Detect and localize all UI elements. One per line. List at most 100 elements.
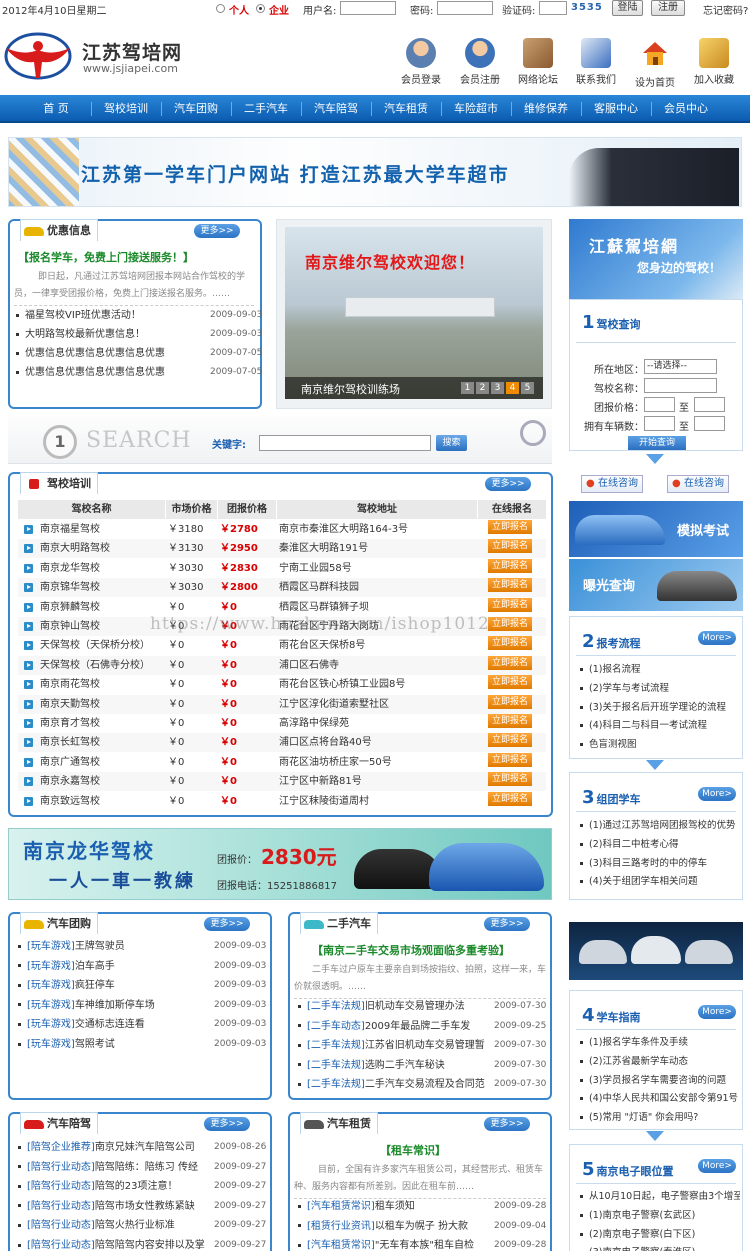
keyword-input[interactable] <box>259 435 431 451</box>
slideshow-page-3[interactable]: 3 <box>491 382 504 394</box>
add-favorite-link[interactable]: 加入收藏 <box>686 38 742 86</box>
school-name[interactable]: 南京狮麟驾校 <box>40 598 164 617</box>
list-item-title[interactable]: 南京兄妹汽车陪驾公司 <box>95 1142 195 1153</box>
school-name-input[interactable] <box>644 378 717 393</box>
list-item-title[interactable]: "无车有本族"租车自检 <box>375 1240 474 1251</box>
cars-max-input[interactable] <box>694 416 725 431</box>
list-item[interactable]: [玩车游戏]王牌驾驶员 <box>18 937 208 956</box>
member-register-link[interactable]: 会员注册 <box>452 38 508 86</box>
school-name[interactable]: 南京育才驾校 <box>40 714 164 733</box>
list-item-category[interactable]: [二手车法规] <box>307 1060 365 1071</box>
signup-button[interactable]: 立即报名 <box>488 539 532 554</box>
list-item[interactable]: (5)常用 "灯语" 你会用吗? <box>580 1108 740 1127</box>
online-consult-button-1[interactable]: ● 在线咨询 <box>581 475 643 493</box>
list-item-category[interactable]: [二手车动态] <box>307 1021 365 1032</box>
radio-company[interactable] <box>256 4 265 13</box>
signup-button[interactable]: 立即报名 <box>488 617 532 631</box>
school-name[interactable]: 南京雨花驾校 <box>40 675 164 694</box>
signup-button[interactable]: 立即报名 <box>488 772 532 787</box>
list-item-title[interactable]: 车神维加斯停车场 <box>75 1000 155 1011</box>
exposure-banner[interactable]: 曝光查询 <box>569 559 743 611</box>
list-item-category[interactable]: [汽车租赁常识] <box>307 1201 375 1212</box>
radio-personal-label[interactable]: 个人 <box>229 2 249 17</box>
group-buy-more-link[interactable]: 更多>> <box>204 917 250 931</box>
group-team-more-link[interactable]: More> <box>698 787 736 801</box>
price-max-input[interactable] <box>694 397 725 412</box>
list-item-category[interactable]: [玩车游戏] <box>27 980 75 991</box>
list-item-title[interactable]: 驾照考试 <box>75 1039 115 1050</box>
slideshow-page-5[interactable]: 5 <box>521 382 534 394</box>
slideshow-page-2[interactable]: 2 <box>476 382 489 394</box>
list-item[interactable]: [陪驾企业推荐]南京兄妹汽车陪驾公司 <box>18 1138 210 1157</box>
register-button[interactable]: 注册 <box>651 0 685 16</box>
list-item[interactable]: 大明路驾校最新优惠信息！ <box>16 325 206 344</box>
search-button[interactable]: 搜索 <box>436 435 467 451</box>
signup-button[interactable]: 立即报名 <box>488 578 532 593</box>
list-item[interactable]: 优惠信息优惠信息优惠信息优惠 <box>16 344 206 363</box>
signup-button[interactable]: 立即报名 <box>488 520 532 534</box>
captcha-input[interactable] <box>539 1 567 15</box>
list-item-title[interactable]: 租车须知 <box>375 1201 415 1212</box>
list-item[interactable]: (4)关于组团学车相关问题 <box>580 872 740 891</box>
start-query-button[interactable]: 开始查询 <box>628 436 686 450</box>
signup-button[interactable]: 立即报名 <box>488 752 532 767</box>
list-item[interactable]: [汽车租赁常识]"无车有本族"租车自检 <box>298 1236 490 1251</box>
rental-more-link[interactable]: 更多>> <box>484 1117 530 1131</box>
list-item[interactable]: (3)科目三路考时的中的停车 <box>580 854 740 873</box>
list-item[interactable]: 从10月10日起，电子警察由3个增至 <box>580 1187 740 1206</box>
offers-headline[interactable]: 【报名学车，免费上门接送服务！】 <box>18 249 194 265</box>
member-login-link[interactable]: 会员登录 <box>393 38 449 86</box>
school-name[interactable]: 天保驾校（石佛寺分校） <box>40 656 164 675</box>
school-name[interactable]: 南京广通驾校 <box>40 753 164 772</box>
list-item-category[interactable]: [玩车游戏] <box>27 961 75 972</box>
password-input[interactable] <box>437 1 493 15</box>
captcha-image[interactable]: 3535 <box>571 2 603 13</box>
list-item[interactable]: [陪驾行业动态]陪驾的23项注意！ <box>18 1177 210 1196</box>
school-name[interactable]: 南京龙华驾校 <box>40 559 164 578</box>
rental-headline[interactable]: 【租车常识】 <box>380 1142 446 1158</box>
speed-camera-more-link[interactable]: More> <box>698 1159 736 1173</box>
guide-more-link[interactable]: More> <box>698 1005 736 1019</box>
list-item[interactable]: [汽车租赁常识]租车须知 <box>298 1197 490 1216</box>
signup-button[interactable]: 立即报名 <box>488 597 532 612</box>
list-item-category[interactable]: [汽车租赁常识] <box>307 1240 375 1251</box>
list-item[interactable]: (1)南京电子警察(玄武区) <box>580 1206 740 1225</box>
set-homepage-link[interactable]: 设为首页 <box>627 38 683 89</box>
list-item-category[interactable]: [玩车游戏] <box>27 1019 75 1030</box>
list-item[interactable]: [二手车法规]二手汽车交易流程及合同范 <box>298 1075 488 1094</box>
list-item[interactable]: [租赁行业资讯]以租车为幌子 扮大款 <box>298 1217 490 1236</box>
list-item-category[interactable]: [玩车游戏] <box>27 941 75 952</box>
list-item[interactable]: (4)中华人民共和国公安部令第91号 <box>580 1089 740 1108</box>
list-item-title[interactable]: 以租车为幌子 扮大款 <box>375 1221 468 1232</box>
list-item-category[interactable]: [陪驾行业动态] <box>27 1201 95 1212</box>
chauffeur-more-link[interactable]: 更多>> <box>204 1117 250 1131</box>
signup-button[interactable]: 立即报名 <box>488 791 532 806</box>
nav-chauffeur[interactable]: 汽车陪驾 <box>301 95 371 123</box>
list-item-title[interactable]: 江苏省旧机动车交易管理暂 <box>365 1040 485 1051</box>
nav-group-buy[interactable]: 汽车团购 <box>161 95 231 123</box>
list-item-title[interactable]: 交通标志连连看 <box>75 1019 145 1030</box>
nav-driving-school[interactable]: 驾校培训 <box>91 95 161 123</box>
slideshow-page-4[interactable]: 4 <box>506 382 519 394</box>
school-name[interactable]: 天保驾校（天保桥分校） <box>40 636 164 655</box>
list-item[interactable]: [玩车游戏]车神维加斯停车场 <box>18 996 208 1015</box>
list-item[interactable]: (1)通过江苏驾培网团报驾校的优势 <box>580 816 740 835</box>
school-name[interactable]: 南京致远驾校 <box>40 792 164 811</box>
school-name[interactable]: 南京长虹驾校 <box>40 733 164 752</box>
list-item[interactable]: (3)学员报名学车需要咨询的问题 <box>580 1071 740 1090</box>
list-item-category[interactable]: [陪驾企业推荐] <box>27 1142 95 1153</box>
login-button[interactable]: 登陆 <box>612 0 643 16</box>
list-item[interactable]: [玩车游戏]泊车高手 <box>18 957 208 976</box>
list-item-category[interactable]: [陪驾行业动态] <box>27 1240 95 1251</box>
forum-link[interactable]: 网络论坛 <box>510 38 566 86</box>
list-item[interactable]: [陪驾行业动态]陪驾市场女性教练紧缺 <box>18 1197 210 1216</box>
list-item[interactable]: (3)南京电子警察(秦淮区) <box>580 1243 740 1251</box>
process-more-link[interactable]: More> <box>698 631 736 645</box>
list-item[interactable]: [陪驾行业动态]陪驾陪驾内容安排以及掌 <box>18 1236 210 1251</box>
list-item-title[interactable]: 王牌驾驶员 <box>75 941 125 952</box>
list-item[interactable]: [陪驾行业动态]陪驾火热行业标准 <box>18 1216 210 1235</box>
list-item[interactable]: (2)江苏省最新学车动态 <box>580 1052 740 1071</box>
list-item-category[interactable]: [陪驾行业动态] <box>27 1220 95 1231</box>
nav-home[interactable]: 首 页 <box>21 95 91 123</box>
list-item[interactable]: [玩车游戏]疯狂停车 <box>18 976 208 995</box>
